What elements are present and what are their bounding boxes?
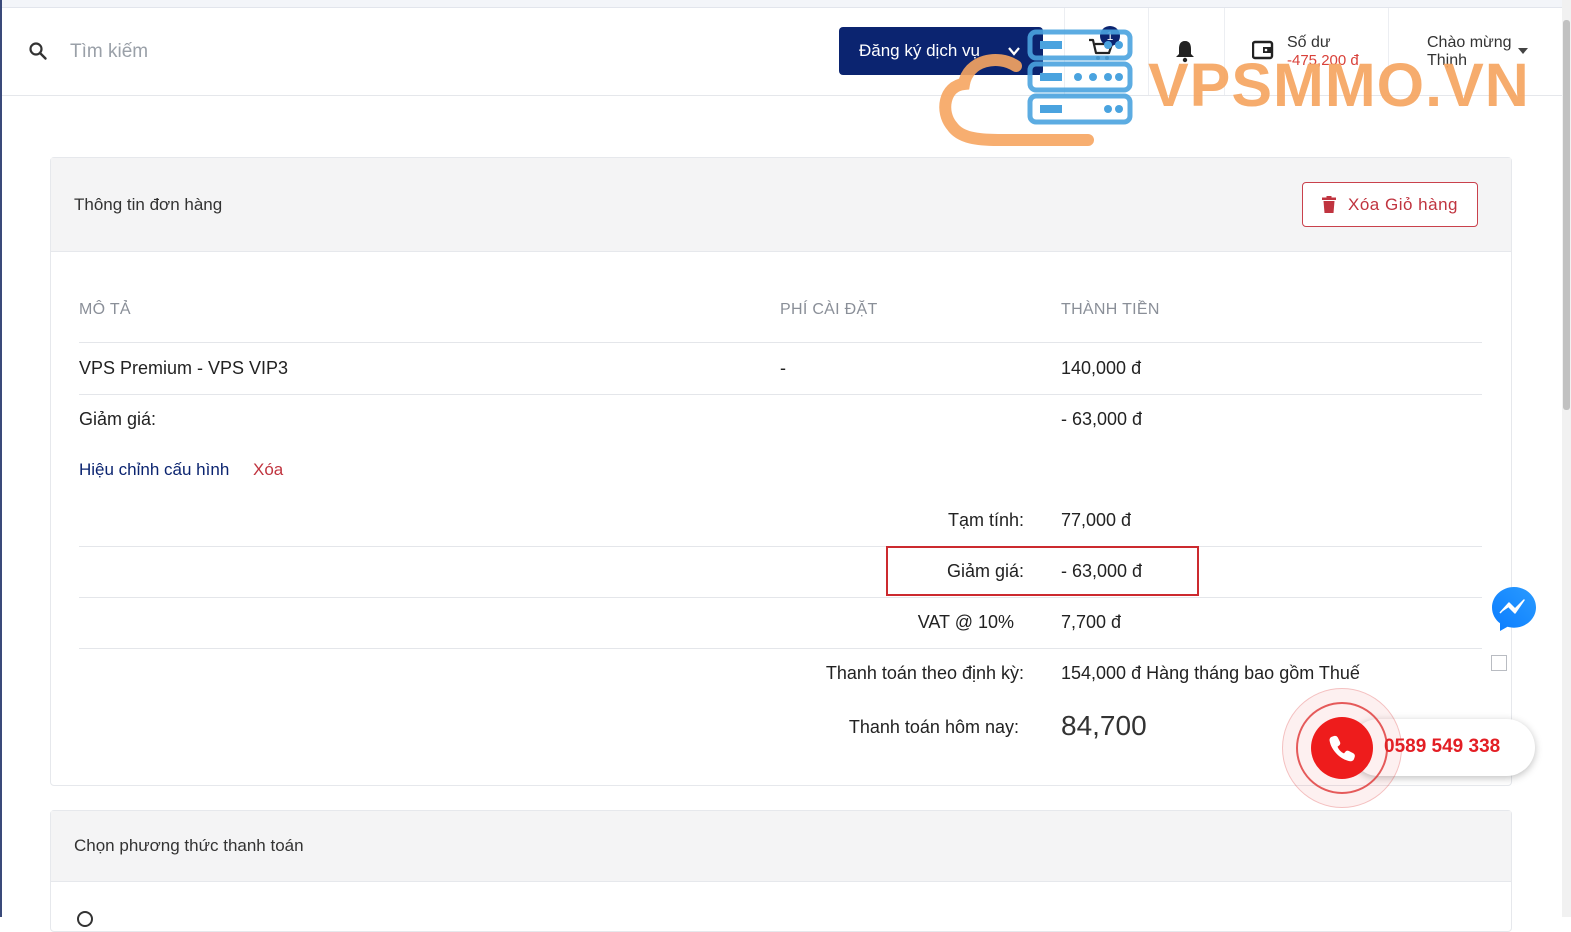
column-header-setup-fee: PHÍ CÀI ĐẶT	[780, 301, 878, 318]
call-button[interactable]	[1311, 717, 1373, 779]
item-name: VPS Premium - VPS VIP3	[79, 358, 289, 378]
row-divider	[79, 546, 1482, 547]
scrollbar-thumb[interactable]	[1563, 20, 1570, 410]
row-divider	[79, 342, 1482, 343]
today-payment-label: Thanh toán hôm nay:	[848, 717, 1019, 737]
vat-label: VAT @ 10%	[917, 612, 1014, 632]
order-info-card: Thông tin đơn hàng Xóa Giỏ hàng MÔ TẢ PH…	[50, 157, 1512, 786]
discount-row-label: Giảm giá:	[79, 409, 157, 429]
order-card-title: Thông tin đơn hàng	[74, 195, 223, 214]
row-divider	[79, 394, 1482, 395]
vpsmmo-logo	[938, 24, 1138, 154]
vpsmmo-logo-text: VPSMMO.VN	[1148, 51, 1530, 119]
left-border	[0, 0, 2, 917]
payment-card-header: Chọn phương thức thanh toán	[51, 811, 1511, 882]
payment-card-title: Chọn phương thức thanh toán	[74, 836, 304, 855]
messenger-icon[interactable]	[1490, 585, 1538, 638]
item-amount: 140,000 đ	[1061, 358, 1142, 378]
top-border	[0, 0, 1571, 8]
clear-cart-label: Xóa Giỏ hàng	[1348, 194, 1458, 214]
vat-value: 7,700 đ	[1061, 612, 1122, 632]
clear-cart-button[interactable]: Xóa Giỏ hàng	[1302, 182, 1478, 227]
item-setup-fee: -	[780, 358, 786, 378]
column-header-amount: THÀNH TIỀN	[1061, 301, 1160, 318]
search-input[interactable]	[68, 36, 372, 68]
phone-icon	[1329, 735, 1355, 762]
payment-method-radio[interactable]	[77, 911, 93, 927]
row-divider	[79, 648, 1482, 649]
payment-method-card: Chọn phương thức thanh toán	[50, 810, 1512, 932]
remove-item-link[interactable]: Xóa	[253, 460, 283, 480]
column-header-description: MÔ TẢ	[79, 301, 131, 318]
recurring-payment-value: 154,000 đ Hàng tháng bao gồm Thuế	[1061, 663, 1360, 683]
broken-image-icon	[1491, 655, 1507, 671]
today-payment-value: 84,700	[1061, 710, 1147, 741]
subtotal-label: Tạm tính:	[947, 510, 1024, 530]
edit-config-link[interactable]: Hiệu chỉnh cấu hình	[79, 460, 229, 480]
discount-row-amount: - 63,000 đ	[1061, 409, 1143, 429]
order-card-header: Thông tin đơn hàng Xóa Giỏ hàng	[51, 158, 1511, 252]
search-icon[interactable]	[28, 41, 48, 66]
row-divider	[79, 597, 1482, 598]
highlight-box	[886, 546, 1199, 596]
recurring-payment-label: Thanh toán theo định kỳ:	[825, 663, 1024, 683]
subtotal-value: 77,000 đ	[1061, 510, 1132, 530]
trash-icon	[1322, 196, 1337, 213]
